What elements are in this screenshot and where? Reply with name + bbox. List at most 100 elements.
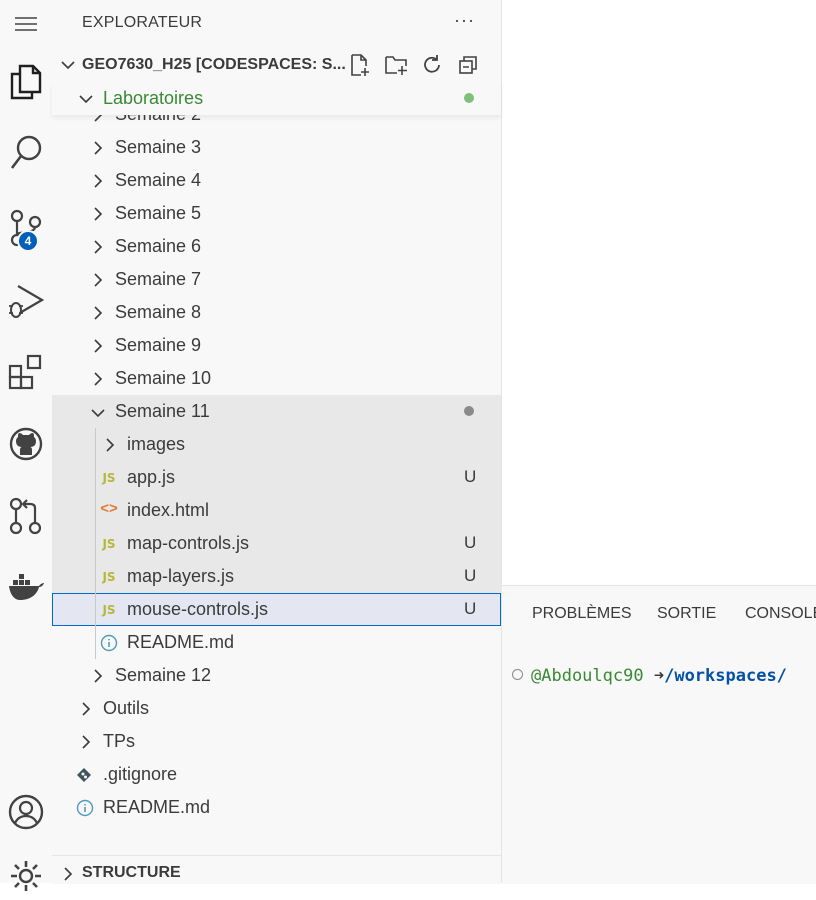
javascript-file-icon: JS	[102, 537, 116, 551]
collapse-all-icon[interactable]	[456, 52, 480, 78]
html-file-icon: <>	[100, 500, 118, 517]
tree-folder-images[interactable]: images	[52, 428, 501, 461]
github-icon[interactable]	[0, 420, 52, 468]
git-untracked-badge: U	[464, 533, 477, 552]
tab-console[interactable]: CONSOLE	[745, 605, 816, 623]
chevron-right-icon	[94, 339, 103, 353]
docker-icon[interactable]	[0, 564, 52, 612]
tree-label: .gitignore	[103, 764, 178, 784]
tree-folder-semaine-10[interactable]: Semaine 10	[52, 362, 501, 395]
tree-label: Semaine 5	[115, 203, 202, 223]
tree-label: Semaine 4	[115, 170, 202, 190]
tree-label: README.md	[103, 797, 211, 817]
chevron-right-icon	[94, 372, 103, 386]
tree-folder-semaine-2[interactable]: Semaine 2	[52, 115, 501, 131]
chevron-right-icon	[94, 141, 103, 155]
structure-title: STRUCTURE	[82, 864, 181, 881]
chevron-right-icon	[106, 438, 115, 452]
chevron-right-icon	[94, 669, 103, 683]
activity-bar: 4	[0, 0, 52, 891]
tree-file-readme-md-root[interactable]: README.md	[52, 791, 501, 824]
tree-folder-semaine-11[interactable]: Semaine 11	[52, 395, 501, 428]
info-icon	[100, 634, 118, 652]
tree-label: Semaine 2	[115, 115, 201, 125]
tree-folder-semaine-5[interactable]: Semaine 5	[52, 197, 501, 230]
indent-guide	[95, 626, 96, 659]
tree-file-index-html[interactable]: <> index.html	[52, 494, 501, 527]
tree-label: README.md	[127, 632, 235, 652]
more-actions-button[interactable]: ···	[454, 10, 475, 31]
tree-folder-semaine-4[interactable]: Semaine 4	[52, 164, 501, 197]
folder-laboratoires[interactable]: Laboratoires	[52, 82, 501, 115]
structure-section-header[interactable]: STRUCTURE	[52, 855, 501, 884]
terminal-arrow: ➜	[653, 666, 665, 686]
tree-label: Semaine 11	[115, 401, 210, 421]
git-untracked-badge: U	[464, 566, 477, 585]
tree-label: Outils	[103, 698, 150, 718]
tree-label: Semaine 9	[115, 335, 202, 355]
tree-file-gitignore[interactable]: .gitignore	[52, 758, 501, 791]
tree-folder-semaine-8[interactable]: Semaine 8	[52, 296, 501, 329]
chevron-down-icon	[91, 409, 105, 418]
indent-guide	[95, 527, 96, 560]
new-folder-icon[interactable]	[384, 52, 408, 78]
tree-file-mouse-controls-js[interactable]: JS mouse-controls.js U	[52, 593, 501, 626]
tree-folder-tps[interactable]: TPs	[52, 725, 501, 758]
prompt-status-icon	[512, 669, 523, 680]
tree-label: Semaine 7	[115, 269, 202, 289]
explorer-sidebar: EXPLORATEUR ··· GEO7630_H25 [CODESPACES:…	[52, 0, 502, 884]
terminal-path: /workspaces/	[664, 666, 787, 686]
new-file-icon[interactable]	[348, 52, 372, 78]
editor-area	[502, 0, 816, 585]
menu-icon[interactable]	[0, 0, 52, 48]
tree-folder-semaine-12[interactable]: Semaine 12	[52, 659, 501, 692]
tab-problems[interactable]: PROBLÈMES	[532, 605, 632, 623]
tree-file-map-controls-js[interactable]: JS map-controls.js U	[52, 527, 501, 560]
folder-label: Laboratoires	[103, 88, 204, 108]
workspace-header[interactable]: GEO7630_H25 [CODESPACES: S...	[52, 48, 501, 82]
javascript-file-icon: JS	[102, 570, 116, 584]
tree-label: app.js	[127, 467, 176, 487]
indent-guide	[95, 560, 96, 593]
refresh-icon[interactable]	[420, 52, 444, 78]
chevron-right-icon	[64, 867, 73, 881]
tree-file-app-js[interactable]: JS app.js U	[52, 461, 501, 494]
tree-folder-outils[interactable]: Outils	[52, 692, 501, 725]
indent-guide	[95, 494, 96, 527]
files-icon[interactable]	[0, 58, 52, 106]
indent-guide	[95, 593, 96, 626]
run-debug-icon[interactable]	[0, 276, 52, 324]
chevron-right-icon	[82, 735, 91, 749]
tree-label: map-layers.js	[127, 566, 235, 586]
terminal-prompt[interactable]: @Abdoulqc90 ➜/workspaces/	[512, 666, 787, 686]
chevron-right-icon	[94, 207, 103, 221]
tree-file-readme-md[interactable]: README.md	[52, 626, 501, 659]
tree-folder-semaine-6[interactable]: Semaine 6	[52, 230, 501, 263]
git-file-icon	[77, 768, 91, 782]
pull-request-icon[interactable]	[0, 492, 52, 540]
file-tree: Semaine 2 Semaine 3 Semaine 4 Semaine 5 …	[52, 115, 501, 855]
tree-label: Semaine 6	[115, 236, 202, 256]
account-icon[interactable]	[0, 788, 52, 836]
git-untracked-badge: U	[464, 599, 477, 618]
tree-folder-semaine-3[interactable]: Semaine 3	[52, 131, 501, 164]
extensions-icon[interactable]	[0, 348, 52, 396]
chevron-down-icon	[79, 95, 93, 104]
chevron-right-icon	[94, 240, 103, 254]
tree-label: TPs	[103, 731, 136, 751]
chevron-right-icon	[94, 273, 103, 287]
modified-dot	[464, 406, 474, 416]
tree-folder-semaine-9[interactable]: Semaine 9	[52, 329, 501, 362]
tree-file-map-layers-js[interactable]: JS map-layers.js U	[52, 560, 501, 593]
git-untracked-badge: U	[464, 467, 477, 486]
tree-label: Semaine 8	[115, 302, 202, 322]
search-icon[interactable]	[0, 130, 52, 178]
tree-label: index.html	[127, 500, 210, 520]
chevron-right-icon	[94, 306, 103, 320]
info-icon	[76, 799, 94, 817]
chevron-right-icon	[94, 174, 103, 188]
explorer-title: EXPLORATEUR	[82, 14, 203, 31]
tab-output[interactable]: SORTIE	[657, 605, 716, 623]
settings-gear-icon[interactable]	[0, 852, 52, 900]
tree-folder-semaine-7[interactable]: Semaine 7	[52, 263, 501, 296]
